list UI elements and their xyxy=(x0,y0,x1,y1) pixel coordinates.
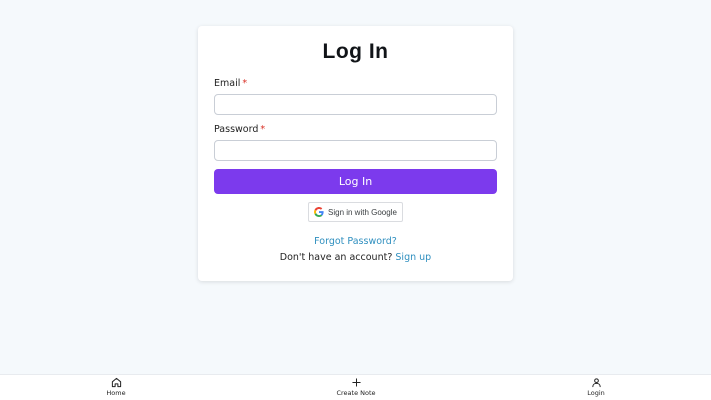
nav-item-login[interactable]: Login xyxy=(566,377,626,397)
home-icon xyxy=(111,377,121,388)
required-marker: * xyxy=(260,124,266,135)
forgot-password-link[interactable]: Forgot Password? xyxy=(198,236,513,247)
google-signin-button[interactable]: Sign in with Google xyxy=(308,202,403,222)
password-label-text: Password xyxy=(214,124,259,135)
required-marker: * xyxy=(242,78,248,89)
login-card: Log In Email * Password * Log In Sign in w… xyxy=(198,26,513,281)
nav-item-home[interactable]: Home xyxy=(86,377,146,397)
password-field[interactable] xyxy=(214,140,497,161)
nav-item-create-note[interactable]: Create Note xyxy=(326,377,386,397)
email-label-text: Email xyxy=(214,78,241,89)
email-label: Email * xyxy=(214,78,247,89)
email-field[interactable] xyxy=(214,94,497,115)
nav-item-label: Home xyxy=(106,389,126,397)
password-label: Password * xyxy=(214,124,265,135)
person-icon xyxy=(591,378,601,388)
google-signin-label: Sign in with Google xyxy=(328,207,397,217)
nav-item-label: Login xyxy=(587,389,605,397)
no-account-text: Don't have an account? xyxy=(279,252,393,263)
google-icon xyxy=(314,207,324,217)
signup-link[interactable]: Sign up xyxy=(395,252,431,263)
page-title: Log In xyxy=(322,40,389,63)
login-button[interactable]: Log In xyxy=(214,169,497,194)
signup-prompt: Don't have an account? Sign up xyxy=(198,252,513,263)
plus-icon xyxy=(351,378,361,387)
nav-item-label: Create Note xyxy=(336,389,376,397)
bottom-nav: Home Create Note Login xyxy=(0,374,711,400)
